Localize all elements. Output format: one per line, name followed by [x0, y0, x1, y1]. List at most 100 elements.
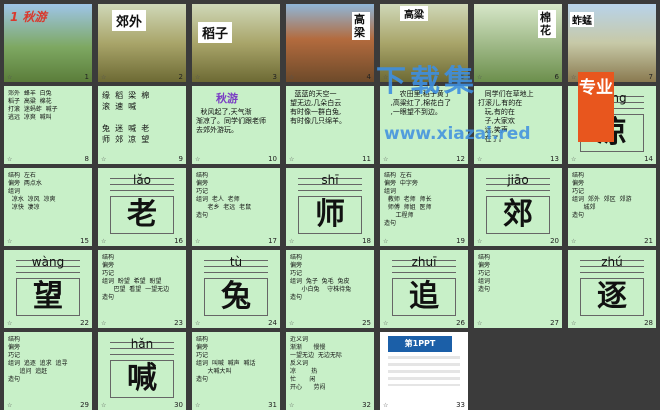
slide-number: 7	[648, 73, 653, 81]
transition-icon: ☆	[571, 74, 577, 81]
slide-thumbnail-2[interactable]: 郊外 ☆ 2	[98, 4, 186, 82]
slide-number: 25	[362, 319, 371, 327]
slide-number: 4	[366, 73, 371, 81]
pinyin: wàng	[31, 255, 65, 269]
slide-thumbnail-29[interactable]: 结构 偏旁 巧记 组词 追逐 追求 追寻 追问 追赶 造句 ☆ 29	[4, 332, 92, 410]
slide-thumbnail-3[interactable]: 稻子 ☆ 3	[192, 4, 280, 82]
slide-thumbnail-11[interactable]: 蓝蓝的天空一 望无边,几朵白云 有时像一群白兔, 有时像几只绵羊。 ☆ 11	[286, 86, 374, 164]
slide-number: 16	[174, 237, 183, 245]
slide-number: 3	[272, 73, 277, 81]
transition-icon: ☆	[101, 320, 107, 327]
slide-thumbnail-10[interactable]: 秋游 秋风起了,天气渐 渐凉了。同学们跟老师 去郊外游玩。 ☆ 10	[192, 86, 280, 164]
slide-number: 32	[362, 401, 371, 409]
hanzi-character: 望	[33, 279, 63, 314]
slide-number: 33	[456, 401, 465, 409]
transition-icon: ☆	[7, 74, 13, 81]
transition-icon: ☆	[101, 74, 107, 81]
slide-number: 23	[174, 319, 183, 327]
slide-text: 结构 偏旁 巧记 组词 兔子 兔毛 兔皮 小白兔 守株待兔 造句	[290, 254, 352, 301]
hanzi-character: 追	[409, 279, 439, 314]
slide-number: 24	[268, 319, 277, 327]
slide-thumbnail-16[interactable]: lǎo 老 ☆ 16	[98, 168, 186, 246]
slide-thumbnail-24[interactable]: tù 兔 ☆ 24	[192, 250, 280, 328]
slide-text: 结构 偏旁 巧记 组词 老人 老师 老乡 老远 老鼠 造句	[196, 172, 252, 219]
slide-thumbnail-22[interactable]: wàng 望 ☆ 22	[4, 250, 92, 328]
slide-number: 26	[456, 319, 465, 327]
slide-text: 结构 偏旁 巧记 组词 盼望 希望 盼望 巴望 看望 一望无边 造句	[102, 254, 170, 301]
slide-number: 11	[362, 155, 371, 163]
slide-thumbnail-31[interactable]: 结构 偏旁 巧记 组词 叫喊 喊声 喊话 大喊大叫 造句 ☆ 31	[192, 332, 280, 410]
transition-icon: ☆	[571, 238, 577, 245]
slide-thumbnail-32[interactable]: 近义词 渐渐 慢慢 一望无边 无边无际 反义词 凉 热 忙 闲 开心 劳闷 ☆ 32	[286, 332, 374, 410]
slide-thumbnail-9[interactable]: 缘 稻 梁 棉 滚 速 喊 兔 迷 喊 老 师 郊 凉 望 ☆ 9	[98, 86, 186, 164]
tianzige-grid: shī 师	[298, 172, 362, 234]
slide-number: 2	[178, 73, 183, 81]
tianzige-grid: tù 兔	[204, 254, 268, 316]
slide-label: 高梁	[352, 12, 370, 40]
slide-thumbnail-27[interactable]: 结构 偏旁 巧记 组词 造句 ☆ 27	[474, 250, 562, 328]
slide-number: 27	[550, 319, 559, 327]
pinyin: zhuī	[411, 255, 437, 269]
transition-icon: ☆	[7, 238, 13, 245]
slide-thumbnail-17[interactable]: 结构 偏旁 巧记 组词 老人 老师 老乡 老远 老鼠 造句 ☆ 17	[192, 168, 280, 246]
slide-thumbnail-1[interactable]: 1 秋游 ☆ 1	[4, 4, 92, 82]
hanzi-character: 师	[315, 197, 345, 232]
slide-number: 22	[80, 319, 89, 327]
pinyin: tù	[229, 255, 243, 269]
slide-thumbnail-25[interactable]: 结构 偏旁 巧记 组词 兔子 兔毛 兔皮 小白兔 守株待兔 造句 ☆ 25	[286, 250, 374, 328]
transition-icon: ☆	[289, 156, 295, 163]
transition-icon: ☆	[383, 402, 389, 409]
slide-thumbnail-30[interactable]: hǎn 喊 ☆ 30	[98, 332, 186, 410]
tianzige-grid: zhú 逐	[580, 254, 644, 316]
slide-text: 郊外 蜂羊 白兔 稻子 高粱 棉花 打滚 迷蚂蚱 喊子 逃远 凉爽 喊叫	[8, 90, 58, 121]
slide-number: 10	[268, 155, 277, 163]
slide-thumbnail-19[interactable]: 结构 左右 偏旁 中字旁 组词 教师 老师 师长 师傅 师姐 医师 工程师 造句…	[380, 168, 468, 246]
pinyin: lǎo	[132, 173, 152, 187]
slide-text: 缘 稻 梁 棉 滚 速 喊 兔 迷 喊 老 师 郊 凉 望	[102, 91, 150, 144]
slide-thumbnail-18[interactable]: shī 师 ☆ 18	[286, 168, 374, 246]
slide-number: 20	[550, 237, 559, 245]
watermark-badge: 专业	[578, 72, 614, 142]
hanzi-character: 郊	[503, 197, 533, 232]
transition-icon: ☆	[195, 74, 201, 81]
transition-icon: ☆	[477, 156, 483, 163]
watermark-url: www.xiazai.red	[384, 124, 531, 144]
transition-icon: ☆	[477, 320, 483, 327]
slide-thumbnail-33[interactable]: 第1PPT ☆ 33	[380, 332, 468, 410]
watermark-title: 下载集	[376, 64, 478, 99]
slide-number: 13	[550, 155, 559, 163]
slide-thumbnail-21[interactable]: 结构 偏旁 巧记 组词 郊外 郊区 郊游 城郊 造句 ☆ 21	[568, 168, 656, 246]
transition-icon: ☆	[195, 320, 201, 327]
transition-icon: ☆	[289, 320, 295, 327]
slide-thumbnail-7[interactable]: 蚱蜢 ☆ 7	[568, 4, 656, 82]
slide-thumbnail-23[interactable]: 结构 偏旁 巧记 组词 盼望 希望 盼望 巴望 看望 一望无边 造句 ☆ 23	[98, 250, 186, 328]
slide-number: 17	[268, 237, 277, 245]
slide-number: 28	[644, 319, 653, 327]
tianzige-grid: lǎo 老	[110, 172, 174, 234]
slide-number: 19	[456, 237, 465, 245]
slide-thumbnail-28[interactable]: zhú 逐 ☆ 28	[568, 250, 656, 328]
slide-number: 30	[174, 401, 183, 409]
slide-text: 结构 偏旁 巧记 组词 叫喊 喊声 喊话 大喊大叫 造句	[196, 336, 256, 383]
slide-number: 18	[362, 237, 371, 245]
transition-icon: ☆	[7, 402, 13, 409]
hanzi-character: 老	[127, 197, 157, 232]
slide-text: 近义词 渐渐 慢慢 一望无边 无边无际 反义词 凉 热 忙 闲 开心 劳闷	[290, 336, 342, 391]
slide-label: 郊外	[112, 10, 147, 31]
slide-thumbnail-26[interactable]: zhuī 追 ☆ 26	[380, 250, 468, 328]
slide-thumbnail-20[interactable]: jiāo 郊 ☆ 20	[474, 168, 562, 246]
slide-thumbnail-4[interactable]: 高梁 ☆ 4	[286, 4, 374, 82]
slide-thumbnail-15[interactable]: 结构 左右 偏旁 两点水 组词 凉水 凉风 凉爽 凉快 凄凉 ☆ 15	[4, 168, 92, 246]
slide-number: 14	[644, 155, 653, 163]
ppt-preview	[388, 356, 460, 386]
slide-number: 1	[84, 73, 89, 81]
pinyin: zhú	[601, 255, 623, 269]
slide-thumbnail-8[interactable]: 郊外 蜂羊 白兔 稻子 高粱 棉花 打滚 迷蚂蚱 喊子 逃远 凉爽 喊叫 ☆ 8	[4, 86, 92, 164]
slide-number: 8	[84, 155, 89, 163]
transition-icon: ☆	[101, 402, 107, 409]
slide-label: 棉花	[538, 10, 556, 38]
pinyin: hǎn	[130, 337, 154, 351]
slide-text: 结构 偏旁 巧记 组词 造句	[478, 254, 491, 293]
slide-thumbnail-6[interactable]: 棉花 ☆ 6	[474, 4, 562, 82]
slide-title: 1 秋游	[10, 10, 47, 24]
